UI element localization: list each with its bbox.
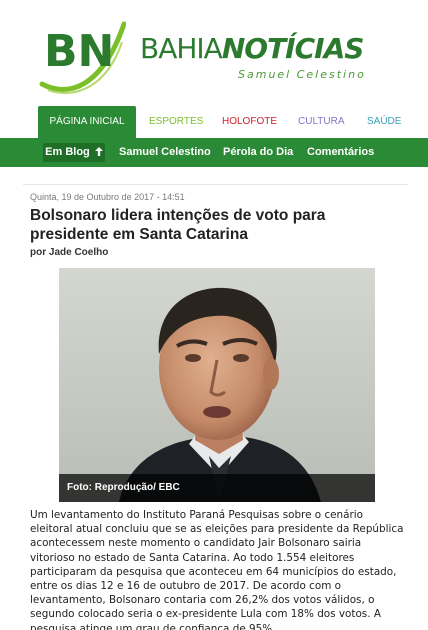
nav-item-cultura[interactable]: CULTURA: [298, 106, 344, 138]
article-divider: [23, 184, 408, 185]
photo-caption: Foto: Reprodução/ EBC: [59, 474, 375, 502]
article-date: Quinta, 19 de Outubro de 2017 - 14:51: [30, 192, 185, 202]
subnav-item-samuel-celestino[interactable]: Samuel Celestino: [119, 138, 211, 167]
nav-item-pagina-inicial[interactable]: PÁGINA INICIAL: [38, 106, 136, 138]
brand-name-part2: NOTÍCIAS: [221, 32, 365, 65]
nav-item-saude[interactable]: SAÚDE: [367, 106, 401, 138]
secondary-nav: Em Blog Samuel Celestino Pérola do Dia C…: [0, 138, 428, 167]
article-photo: Foto: Reprodução/ EBC: [59, 268, 375, 502]
brand-tagline: Samuel Celestino: [238, 68, 366, 81]
brand-wordmark[interactable]: BAHIANOTÍCIAS: [140, 32, 365, 65]
bn-logo[interactable]: BN: [38, 14, 126, 96]
nav-item-holofote[interactable]: HOLOFOTE: [222, 106, 277, 138]
arrow-up-icon: [94, 147, 103, 156]
brand-name-part1: BAHIA: [140, 32, 223, 65]
subnav-item-comentarios[interactable]: Comentários: [307, 138, 374, 167]
article-byline: por Jade Coelho: [30, 247, 109, 258]
blog-menu-label: Em Blog: [45, 146, 90, 158]
article-body: Um levantamento do Instituto Paraná Pesq…: [30, 509, 404, 630]
primary-nav: PÁGINA INICIAL ESPORTES HOLOFOTE CULTURA…: [0, 106, 428, 138]
blog-menu-button[interactable]: Em Blog: [43, 143, 105, 162]
nav-item-esportes[interactable]: ESPORTES: [149, 106, 203, 138]
portrait-illustration: [59, 268, 375, 502]
site-header: BN BAHIANOTÍCIAS Samuel Celestino: [0, 0, 428, 104]
subnav-item-perola-do-dia[interactable]: Pérola do Dia: [223, 138, 293, 167]
logo-mark-text: BN: [44, 26, 114, 77]
article-title: Bolsonaro lidera intenções de voto para …: [30, 207, 326, 243]
